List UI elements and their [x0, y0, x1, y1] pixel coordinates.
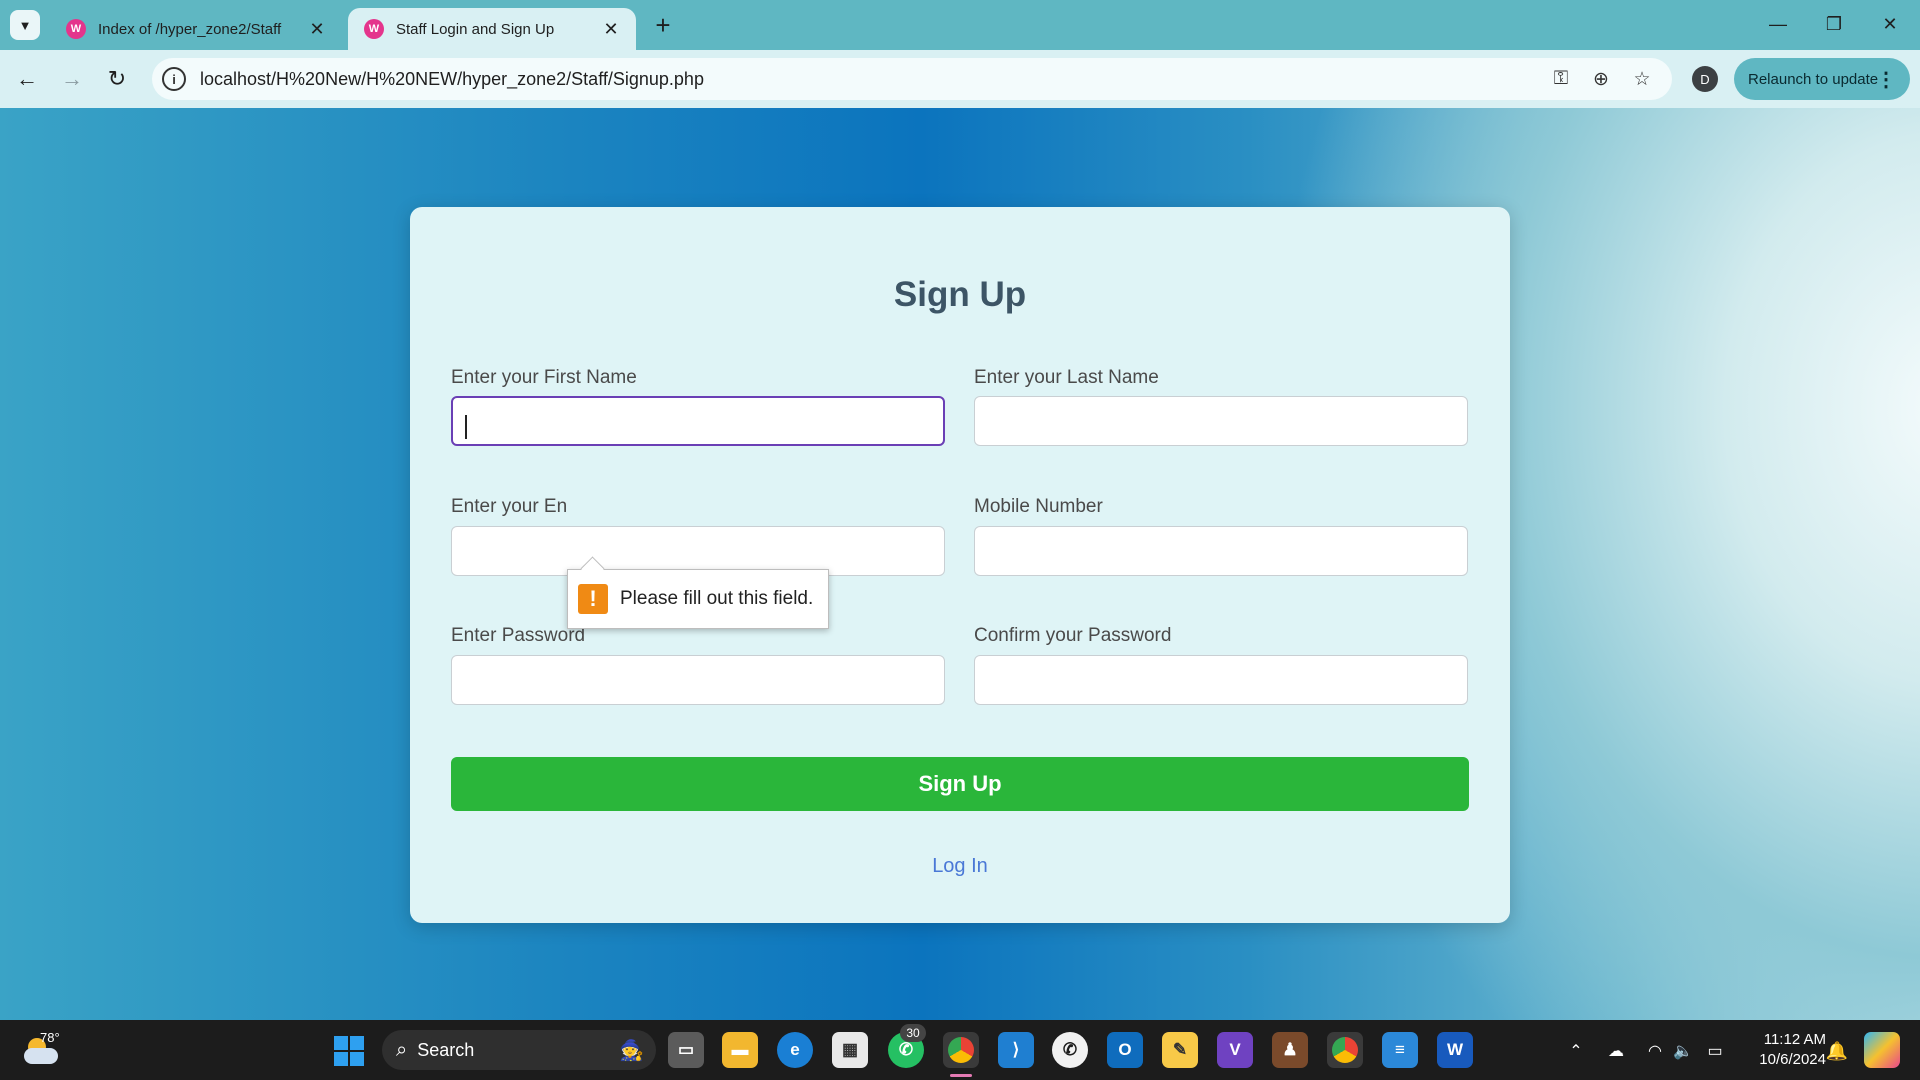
- page-title: Sign Up: [893, 275, 1027, 314]
- address-bar[interactable]: i localhost/H%20New/H%20NEW/hyper_zone2/…: [152, 58, 1672, 100]
- volume-icon[interactable]: 🔈: [1672, 1040, 1694, 1062]
- page-background: Sign Up Enter your First Name Enter your…: [0, 108, 1920, 1020]
- signup-button[interactable]: Sign Up: [451, 757, 1469, 811]
- relaunch-button[interactable]: Relaunch to update ⋮: [1734, 58, 1910, 100]
- copilot-icon[interactable]: [1864, 1032, 1900, 1068]
- restore-button[interactable]: ❐: [1812, 6, 1856, 42]
- search-highlight-icon: 🧙: [619, 1040, 644, 1062]
- login-link: Log In: [410, 855, 1510, 878]
- password-key-icon[interactable]: ⚿: [1548, 66, 1574, 92]
- tab-search-button[interactable]: ▼: [10, 10, 40, 40]
- reload-button[interactable]: ↻: [100, 62, 134, 96]
- back-button[interactable]: ←: [10, 62, 44, 96]
- close-icon[interactable]: ✕: [308, 19, 326, 40]
- validation-tooltip: ! Please fill out this field.: [567, 569, 829, 629]
- last-name-label: Enter your Last Name: [974, 367, 1159, 388]
- wifi-icon[interactable]: ◠: [1644, 1040, 1666, 1062]
- chrome-profile-icon[interactable]: [1327, 1032, 1363, 1068]
- wamp-icon: W: [364, 19, 384, 39]
- text-caret: [465, 415, 467, 439]
- new-tab-button[interactable]: +: [648, 10, 678, 40]
- system-clock[interactable]: 11:12 AM 10/6/2024: [1740, 1030, 1826, 1070]
- tab-title: Staff Login and Sign Up: [396, 20, 555, 38]
- last-name-field[interactable]: [974, 396, 1468, 446]
- cloud-icon: [24, 1048, 58, 1064]
- sticky-notes-icon[interactable]: ✎: [1162, 1032, 1198, 1068]
- signup-card: Sign Up Enter your First Name Enter your…: [410, 207, 1510, 923]
- warning-icon: !: [578, 584, 608, 614]
- close-icon[interactable]: ✕: [602, 19, 620, 40]
- visual-studio-icon[interactable]: V: [1217, 1032, 1253, 1068]
- weather-temperature: 78°: [40, 1030, 60, 1045]
- edge-icon[interactable]: e: [777, 1032, 813, 1068]
- chevron-up-icon[interactable]: ⌃: [1565, 1040, 1587, 1062]
- profile-avatar[interactable]: D: [1692, 66, 1718, 92]
- wamp-icon: W: [66, 19, 86, 39]
- tab-title: Index of /hyper_zone2/Staff: [98, 20, 282, 38]
- first-name-field[interactable]: [451, 396, 945, 446]
- clock-date: 10/6/2024: [1759, 1051, 1826, 1068]
- bookmark-star-icon[interactable]: ☆: [1629, 66, 1655, 92]
- search-label: Search: [417, 1039, 475, 1060]
- validation-message: Please fill out this field.: [620, 588, 814, 609]
- confirm-password-field[interactable]: [974, 655, 1468, 705]
- microsoft-store-icon[interactable]: ▦: [832, 1032, 868, 1068]
- outlook-icon[interactable]: O: [1107, 1032, 1143, 1068]
- relaunch-label: Relaunch to update: [1748, 70, 1879, 88]
- forward-button[interactable]: →: [55, 62, 89, 96]
- file-explorer-icon[interactable]: ▬: [722, 1032, 758, 1068]
- onedrive-icon[interactable]: ☁: [1605, 1040, 1627, 1062]
- whatsapp-badge: 30: [900, 1024, 926, 1042]
- mobile-label: Mobile Number: [974, 496, 1103, 517]
- taskbar: 78° ⌕ Search 🧙 ▭ ▬ e ▦ ✆ 30 ⟩ ✆ O ✎ V ♟ …: [0, 1020, 1920, 1080]
- window-close-button[interactable]: ✕: [1868, 6, 1912, 42]
- browser-toolbar: ← → ↻ i localhost/H%20New/H%20NEW/hyper_…: [0, 50, 1920, 108]
- confirm-password-label: Confirm your Password: [974, 625, 1172, 646]
- chevron-down-icon: ▼: [18, 17, 32, 33]
- minimize-button[interactable]: —: [1756, 6, 1800, 42]
- more-menu-icon[interactable]: ⋮: [1876, 67, 1896, 92]
- chrome-icon[interactable]: [943, 1032, 979, 1068]
- word-icon[interactable]: W: [1437, 1032, 1473, 1068]
- password-field[interactable]: [451, 655, 945, 705]
- first-name-label: Enter your First Name: [451, 367, 637, 388]
- tab-staff-login[interactable]: W Staff Login and Sign Up ✕: [348, 8, 636, 50]
- task-view-icon[interactable]: ▭: [668, 1032, 704, 1068]
- taskbar-search[interactable]: ⌕ Search 🧙: [382, 1030, 656, 1070]
- vscode-icon[interactable]: ⟩: [998, 1032, 1034, 1068]
- battery-icon[interactable]: ▭: [1704, 1040, 1726, 1062]
- site-info-icon[interactable]: i: [162, 67, 186, 91]
- windows-start-button[interactable]: [334, 1036, 364, 1066]
- tab-index-staff[interactable]: W Index of /hyper_zone2/Staff ✕: [50, 8, 342, 50]
- mobile-field[interactable]: [974, 526, 1468, 576]
- game-app-icon[interactable]: ♟: [1272, 1032, 1308, 1068]
- email-label: Enter your En: [451, 496, 568, 517]
- tab-bar: ▼ W Index of /hyper_zone2/Staff ✕ W Staf…: [0, 0, 1920, 50]
- login-link-text[interactable]: Log In: [932, 855, 988, 877]
- active-app-indicator: [950, 1074, 972, 1077]
- notepad-icon[interactable]: ≡: [1382, 1032, 1418, 1068]
- zoom-icon[interactable]: ⊕: [1588, 66, 1614, 92]
- password-label: Enter Password: [451, 625, 586, 646]
- search-icon: ⌕: [396, 1038, 408, 1061]
- url-text[interactable]: localhost/H%20New/H%20NEW/hyper_zone2/St…: [200, 69, 704, 90]
- notification-bell-icon[interactable]: 🔔: [1826, 1040, 1848, 1062]
- whatsapp-desktop-icon[interactable]: ✆: [1052, 1032, 1088, 1068]
- clock-time: 11:12 AM: [1763, 1031, 1826, 1048]
